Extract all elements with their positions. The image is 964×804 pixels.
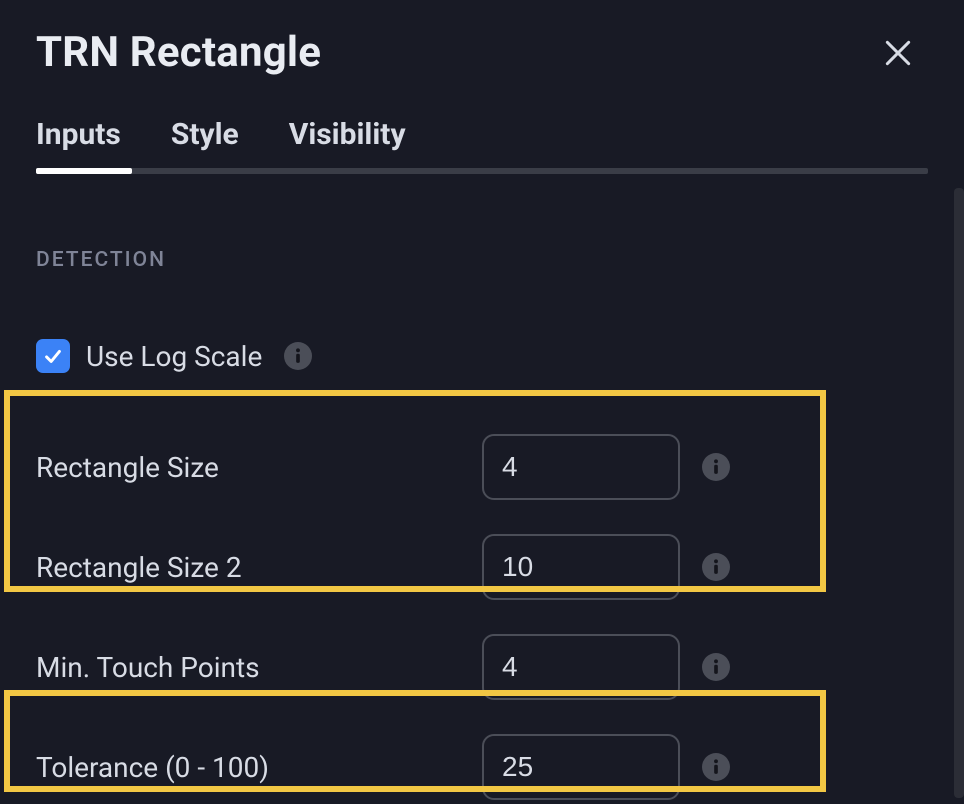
row-rectangle-size-2: Rectangle Size 2 — [36, 524, 928, 610]
use-log-scale-checkbox[interactable] — [36, 339, 70, 373]
close-icon — [882, 37, 914, 69]
tab-style[interactable]: Style — [171, 117, 239, 152]
tab-inputs[interactable]: Inputs — [36, 117, 121, 152]
vertical-scrollbar[interactable] — [954, 188, 964, 798]
info-icon-min-touch-points[interactable] — [702, 653, 730, 681]
info-icon-rectangle-size-2[interactable] — [702, 553, 730, 581]
tolerance-input[interactable] — [482, 734, 680, 800]
rectangle-size-label: Rectangle Size — [36, 451, 482, 484]
section-label-detection: DETECTION — [36, 248, 928, 272]
row-use-log-scale: Use Log Scale — [36, 316, 928, 396]
tolerance-label: Tolerance (0 - 100) — [36, 751, 482, 784]
use-log-scale-label: Use Log Scale — [86, 340, 262, 373]
settings-dialog: TRN Rectangle Inputs Style Visibility DE… — [0, 0, 964, 804]
dialog-title: TRN Rectangle — [36, 28, 321, 77]
tab-active-indicator — [36, 168, 132, 174]
min-touch-points-label: Min. Touch Points — [36, 651, 482, 684]
min-touch-points-input[interactable] — [482, 634, 680, 700]
info-icon — [712, 759, 720, 775]
dialog-header: TRN Rectangle — [36, 28, 928, 77]
row-rectangle-size: Rectangle Size — [36, 424, 928, 510]
info-icon-use-log-scale[interactable] — [284, 342, 312, 370]
info-icon — [294, 348, 302, 364]
row-tolerance: Tolerance (0 - 100) — [36, 724, 928, 804]
info-icon-tolerance[interactable] — [702, 753, 730, 781]
row-min-touch-points: Min. Touch Points — [36, 624, 928, 710]
rectangle-size-input[interactable] — [482, 434, 680, 500]
rectangle-size-2-input[interactable] — [482, 534, 680, 600]
check-icon — [42, 345, 64, 367]
info-icon — [712, 459, 720, 475]
tab-bar: Inputs Style Visibility — [36, 117, 928, 174]
tab-visibility[interactable]: Visibility — [289, 117, 406, 152]
rectangle-size-2-label: Rectangle Size 2 — [36, 551, 482, 584]
info-icon-rectangle-size[interactable] — [702, 453, 730, 481]
tab-underline-track — [36, 168, 928, 174]
info-icon — [712, 659, 720, 675]
close-button[interactable] — [878, 33, 918, 73]
info-icon — [712, 559, 720, 575]
